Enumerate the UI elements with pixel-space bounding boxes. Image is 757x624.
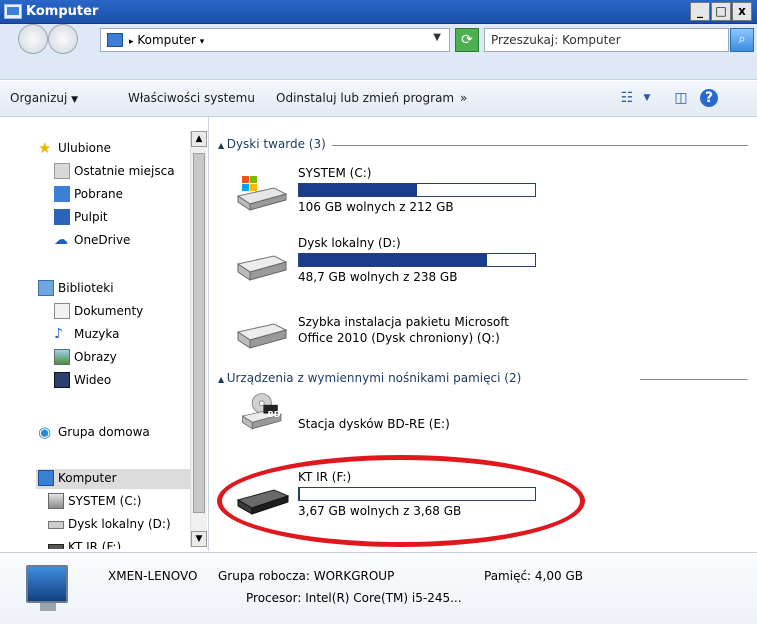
group-divider	[332, 145, 748, 146]
homegroup-icon: ◉	[38, 423, 52, 441]
group-header-hard-disks[interactable]: ▲ Dyski twarde (3)	[218, 137, 326, 153]
nav-label: Dysk lokalny (D:)	[68, 517, 171, 531]
search-input[interactable]: Przeszukaj: Komputer	[484, 28, 729, 52]
windows-drive-icon	[236, 176, 288, 211]
drive-icon	[236, 323, 288, 349]
documents-icon	[54, 303, 70, 319]
drive-usage-bar-d	[298, 253, 536, 267]
group-label: Urządzenia z wymiennymi nośnikami pamięc…	[226, 371, 522, 385]
nav-label: Grupa domowa	[58, 425, 150, 439]
search-icon[interactable]: ⌕	[730, 28, 754, 52]
collapse-icon: ▲	[218, 141, 227, 150]
nav-label: OneDrive	[74, 233, 131, 247]
pictures-icon	[54, 349, 70, 365]
drive-icon	[236, 255, 288, 281]
monitor-stand	[40, 603, 56, 611]
details-pane: XMEN-LENOVO Grupa robocza: WORKGROUP Pam…	[0, 552, 757, 624]
nav-computer[interactable]: Komputer	[36, 469, 190, 489]
view-dropdown-icon[interactable]: ▼	[638, 89, 656, 107]
command-bar: Organizuj ▼ Właściwości systemu Odinstal…	[0, 81, 757, 117]
minimize-button[interactable]: _	[690, 2, 710, 21]
refresh-button[interactable]: ⟳	[455, 28, 479, 52]
organize-label: Organizuj	[10, 91, 68, 105]
drive-name-q-line1[interactable]: Szybka instalacja pakietu Microsoft	[298, 315, 509, 329]
organize-button[interactable]: Organizuj ▼	[10, 91, 78, 105]
maximize-button[interactable]: □	[711, 2, 731, 21]
nav-label: SYSTEM (C:)	[68, 494, 142, 508]
nav-label: Ostatnie miejsca	[74, 164, 175, 178]
highlight-ellipse	[217, 455, 585, 547]
scroll-up-icon[interactable]: ▲	[191, 131, 207, 147]
drive-usage-fill	[299, 254, 487, 266]
computer-icon	[107, 33, 123, 47]
uninstall-program-button[interactable]: Odinstaluj lub zmień program	[276, 91, 454, 105]
windows-drive-icon	[48, 493, 64, 509]
more-commands-button[interactable]: »	[460, 91, 467, 105]
computer-icon	[38, 470, 54, 486]
libraries-icon	[38, 280, 54, 296]
collapse-icon: ▲	[218, 375, 227, 384]
nav-label: Dokumenty	[74, 304, 144, 318]
recent-places-icon	[54, 163, 70, 179]
workgroup: Grupa robocza: WORKGROUP	[218, 569, 395, 583]
bd-badge: BD	[267, 410, 281, 419]
forward-button[interactable]	[48, 24, 78, 54]
memory: Pamięć: 4,00 GB	[484, 569, 583, 583]
nav-label: Komputer	[58, 471, 117, 485]
drive-usage-fill	[299, 184, 417, 196]
address-dropdown-icon[interactable]: ▼	[433, 32, 441, 43]
drive-name-q-line2[interactable]: Office 2010 (Dysk chroniony) (Q:)	[298, 331, 500, 345]
music-icon: ♪	[54, 326, 63, 342]
navigation-pane: ★ Ulubione Ostatnie miejsca Pobrane Pulp…	[12, 129, 190, 549]
computer-icon	[26, 565, 68, 603]
drive-name-e[interactable]: Stacja dysków BD-RE (E:)	[298, 417, 450, 431]
preview-pane-icon[interactable]: ◫	[672, 89, 690, 107]
computer-icon	[4, 4, 22, 19]
chevron-down-icon: ▼	[71, 95, 79, 105]
downloads-icon	[54, 186, 70, 202]
star-icon: ★	[38, 139, 52, 157]
scrollbar-thumb[interactable]	[193, 153, 205, 513]
pc-name: XMEN-LENOVO	[108, 569, 198, 583]
nav-label: KT IR (F:)	[68, 540, 122, 549]
pane-divider[interactable]	[208, 117, 209, 551]
cloud-icon: ☁	[54, 232, 68, 248]
nav-label: Pulpit	[74, 210, 108, 224]
breadcrumb-computer[interactable]: Komputer	[137, 33, 196, 47]
title-bar: Komputer _ □ x	[0, 0, 757, 24]
close-button[interactable]: x	[732, 2, 752, 21]
nav-scrollbar[interactable]: ▲ ▼	[190, 131, 207, 547]
video-icon	[54, 372, 70, 388]
group-divider	[640, 379, 748, 380]
breadcrumb-chevron-icon[interactable]: ▾	[200, 37, 205, 47]
help-icon[interactable]: ?	[700, 89, 718, 107]
nav-label: Pobrane	[74, 187, 124, 201]
nav-label: Muzyka	[74, 327, 120, 341]
drive-usage-bar-c	[298, 183, 536, 197]
nav-label: Wideo	[74, 373, 112, 387]
processor: Procesor: Intel(R) Core(TM) i5-245...	[246, 591, 462, 605]
group-header-removable[interactable]: ▲ Urządzenia z wymiennymi nośnikami pami…	[218, 371, 521, 387]
address-field[interactable]: ▸ Komputer ▾ ▼	[100, 28, 450, 52]
window-title: Komputer	[26, 4, 99, 19]
scroll-down-icon[interactable]: ▼	[191, 531, 207, 547]
nav-label: Obrazy	[74, 350, 117, 364]
breadcrumb-arrow-icon[interactable]: ▸	[129, 37, 134, 47]
system-properties-button[interactable]: Właściwości systemu	[128, 91, 255, 105]
removable-drive-icon	[48, 544, 64, 549]
drive-free-d: 48,7 GB wolnych z 238 GB	[298, 270, 458, 284]
drive-name-c[interactable]: SYSTEM (C:)	[298, 166, 371, 180]
desktop-icon	[54, 209, 70, 225]
view-options-icon[interactable]: ☷	[618, 89, 636, 107]
drive-free-c: 106 GB wolnych z 212 GB	[298, 200, 454, 214]
nav-label: Biblioteki	[58, 281, 114, 295]
group-label: Dyski twarde (3)	[226, 137, 326, 151]
nav-label: Ulubione	[58, 141, 112, 155]
drive-icon	[48, 521, 64, 529]
drive-name-d[interactable]: Dysk lokalny (D:)	[298, 236, 401, 250]
back-button[interactable]	[18, 24, 48, 54]
